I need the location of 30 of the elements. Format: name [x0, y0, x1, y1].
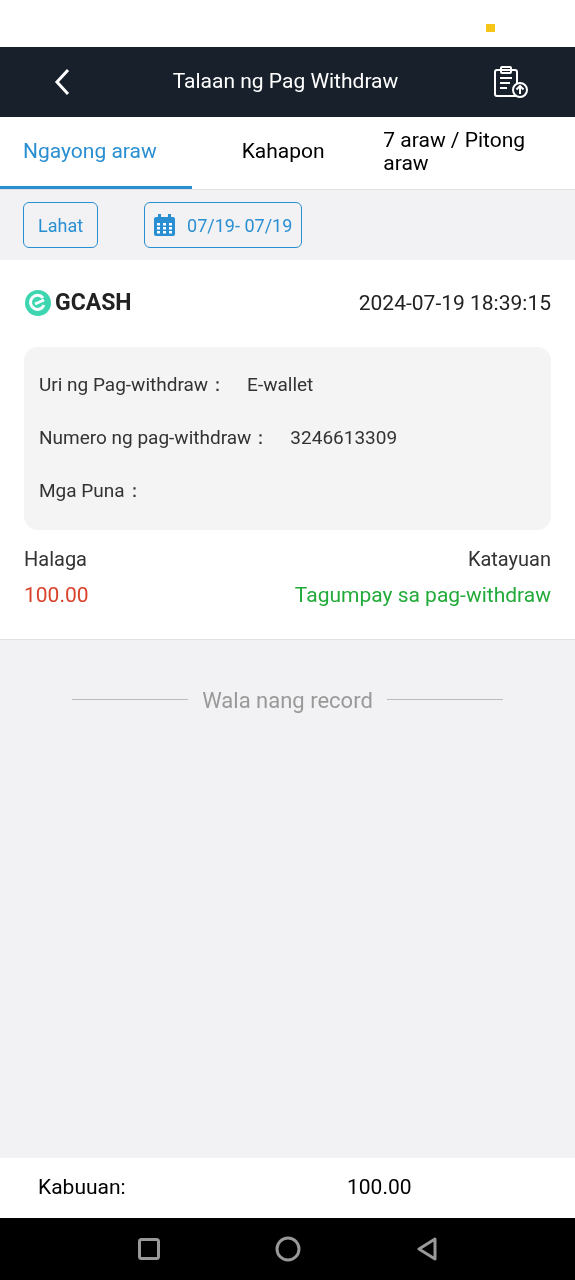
status-label: Katayuan — [467, 545, 551, 573]
detail-label: Numero ng pag-withdraw： — [39, 424, 271, 451]
detail-value: 3246613309 — [290, 424, 398, 451]
detail-label: Mga Puna： — [39, 477, 144, 504]
tab[interactable]: Ngayong araw — [0, 117, 192, 189]
home-button[interactable] — [274, 1236, 301, 1262]
circle-icon — [274, 1236, 301, 1262]
amount-value: 100.00 — [24, 581, 89, 609]
date-range-button[interactable]: 07/19- 07/19 — [144, 202, 303, 248]
all-filter-button[interactable]: Lahat — [23, 202, 99, 248]
end-of-list-text: Wala nang record — [202, 687, 373, 715]
detail-label: Uri ng Pag-withdraw： — [39, 371, 228, 398]
tab[interactable]: Kahapon — [191, 117, 384, 189]
page-title: Talaan ng Pag Withdraw — [171, 68, 400, 96]
back-nav-button[interactable] — [415, 1237, 438, 1261]
tab[interactable]: 7 araw / Pitong araw — [383, 117, 575, 189]
payment-method: GCASH — [55, 288, 132, 318]
square-icon — [137, 1238, 160, 1260]
back-icon — [53, 68, 71, 96]
calendar-icon — [154, 214, 176, 236]
clipboard-upload-icon — [493, 65, 529, 99]
status-value: Tagumpay sa pag-withdraw — [294, 581, 551, 609]
amount-label: Halaga — [24, 545, 87, 573]
detail-value: E-wallet — [247, 371, 314, 398]
wallet-logo-icon — [24, 289, 52, 318]
total-label: Kabuuan: — [38, 1174, 127, 1202]
triangle-icon — [415, 1237, 438, 1261]
recent-apps-button[interactable] — [137, 1238, 160, 1260]
record-time: 2024-07-19 18:39:15 — [358, 289, 551, 317]
total-value: 100.00 — [347, 1174, 413, 1202]
